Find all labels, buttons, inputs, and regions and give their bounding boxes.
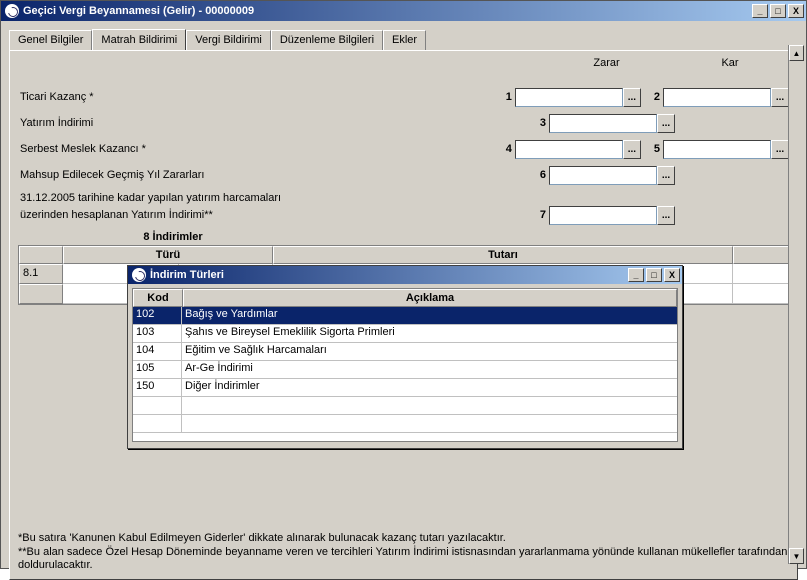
popup-row-empty-1[interactable] — [133, 397, 677, 415]
popup-row-150[interactable]: 150 Diğer İndirimler — [133, 379, 677, 397]
popup-row-102[interactable]: 102 Bağış ve Yardımlar — [133, 307, 677, 325]
tab-ekler[interactable]: Ekler — [383, 30, 426, 51]
label-serbest-meslek: Serbest Meslek Kazancı * — [18, 143, 499, 155]
grid-header-tutari: Tutarı — [273, 246, 733, 264]
popup-indirim-turleri: İndirim Türleri _ □ X Kod Açıklama 102 B… — [127, 265, 683, 449]
lookup-2-kar[interactable]: ... — [771, 88, 789, 107]
grid-header-turu: Türü — [63, 246, 273, 264]
popup-close-button[interactable]: X — [664, 268, 680, 282]
minimize-button[interactable]: _ — [752, 4, 768, 18]
popup-header-aciklama: Açıklama — [183, 289, 677, 307]
main-window: Geçici Vergi Beyannamesi (Gelir) - 00000… — [0, 0, 807, 569]
label-yatirim-indirimi: Yatırım İndirimi — [18, 117, 532, 129]
grid-rowhead — [19, 246, 63, 264]
lookup-6[interactable]: ... — [657, 166, 675, 185]
scroll-up-button[interactable]: ▲ — [789, 45, 804, 61]
lookup-3[interactable]: ... — [657, 114, 675, 133]
row-yatirim-harcama-line2: üzerinden hesaplanan Yatırım İndirimi** … — [18, 205, 789, 225]
grid-row-code: 8.1 — [19, 264, 63, 284]
popup-icon — [132, 268, 146, 282]
input-5[interactable] — [663, 140, 771, 159]
row-gecmis-yil: Mahsup Edilecek Geçmiş Yıl Zararları 6 .… — [18, 165, 789, 185]
popup-row-105[interactable]: 105 Ar-Ge İndirimi — [133, 361, 677, 379]
popup-row-empty-2[interactable] — [133, 415, 677, 433]
window-controls: _ □ X — [752, 4, 804, 18]
header-kar: Kar — [673, 57, 787, 69]
app-icon — [5, 4, 19, 18]
column-headers: Zarar Kar — [10, 57, 787, 69]
input-6[interactable] — [549, 166, 657, 185]
tab-vergi-bildirimi[interactable]: Vergi Bildirimi — [186, 30, 271, 51]
num-1: 1 — [499, 91, 512, 103]
lookup-1-zarar[interactable]: ... — [623, 88, 641, 107]
num-2: 2 — [647, 91, 660, 103]
popup-header-kod: Kod — [133, 289, 183, 307]
scroll-down-button[interactable]: ▼ — [789, 548, 804, 564]
lookup-7[interactable]: ... — [657, 206, 675, 225]
window-title: Geçici Vergi Beyannamesi (Gelir) - 00000… — [23, 5, 752, 17]
maximize-button[interactable]: □ — [770, 4, 786, 18]
row-yatirim-harcama-line1: 31.12.2005 tarihine kadar yapılan yatırı… — [18, 191, 789, 205]
num-3: 3 — [532, 117, 546, 129]
lookup-5[interactable]: ... — [771, 140, 789, 159]
input-1-zarar[interactable] — [515, 88, 623, 107]
label-yh-line1: 31.12.2005 tarihine kadar yapılan yatırı… — [18, 192, 789, 204]
num-4: 4 — [499, 143, 512, 155]
popup-minimize-button[interactable]: _ — [628, 268, 644, 282]
footnote-1: *Bu satıra 'Kanunen Kabul Edilmeyen Gide… — [18, 532, 789, 546]
popup-title: İndirim Türleri — [150, 269, 628, 281]
popup-row-103[interactable]: 103 Şahıs ve Bireysel Emeklilik Sigorta … — [133, 325, 677, 343]
tab-matrah-bildirimi[interactable]: Matrah Bildirimi — [92, 29, 186, 50]
popup-grid: Kod Açıklama 102 Bağış ve Yardımlar 103 … — [132, 288, 678, 442]
vertical-scrollbar[interactable]: ▲ ▼ — [788, 45, 804, 564]
header-zarar: Zarar — [540, 57, 673, 69]
footnotes: *Bu satıra 'Kanunen Kabul Edilmeyen Gide… — [18, 532, 789, 573]
close-button[interactable]: X — [788, 4, 804, 18]
lookup-4[interactable]: ... — [623, 140, 641, 159]
row-ticari-kazanc: Ticari Kazanç * 1 ... 2 ... — [18, 87, 789, 107]
num-7: 7 — [532, 209, 546, 221]
input-4[interactable] — [515, 140, 623, 159]
popup-maximize-button[interactable]: □ — [646, 268, 662, 282]
titlebar: Geçici Vergi Beyannamesi (Gelir) - 00000… — [1, 1, 806, 21]
popup-row-104[interactable]: 104 Eğitim ve Sağlık Harcamaları — [133, 343, 677, 361]
num-5: 5 — [647, 143, 660, 155]
row-yatirim-indirimi: Yatırım İndirimi 3 ... — [18, 113, 789, 133]
tab-duzenleme-bilgileri[interactable]: Düzenleme Bilgileri — [271, 30, 383, 51]
label-gecmis-yil: Mahsup Edilecek Geçmiş Yıl Zararları — [18, 169, 532, 181]
input-2-kar[interactable] — [663, 88, 771, 107]
tabstrip: Genel Bilgiler Matrah Bildirimi Vergi Bi… — [9, 29, 798, 50]
input-3[interactable] — [549, 114, 657, 133]
label-yh-line2: üzerinden hesaplanan Yatırım İndirimi** — [18, 209, 532, 221]
popup-titlebar: İndirim Türleri _ □ X — [128, 266, 682, 284]
num-6: 6 — [532, 169, 546, 181]
row-serbest-meslek: Serbest Meslek Kazancı * 4 ... 5 ... — [18, 139, 789, 159]
input-7[interactable] — [549, 206, 657, 225]
label-ticari-kazanc: Ticari Kazanç * — [18, 91, 499, 103]
tab-genel-bilgiler[interactable]: Genel Bilgiler — [9, 30, 92, 51]
section-8-title: 8 İndirimler — [18, 231, 328, 243]
